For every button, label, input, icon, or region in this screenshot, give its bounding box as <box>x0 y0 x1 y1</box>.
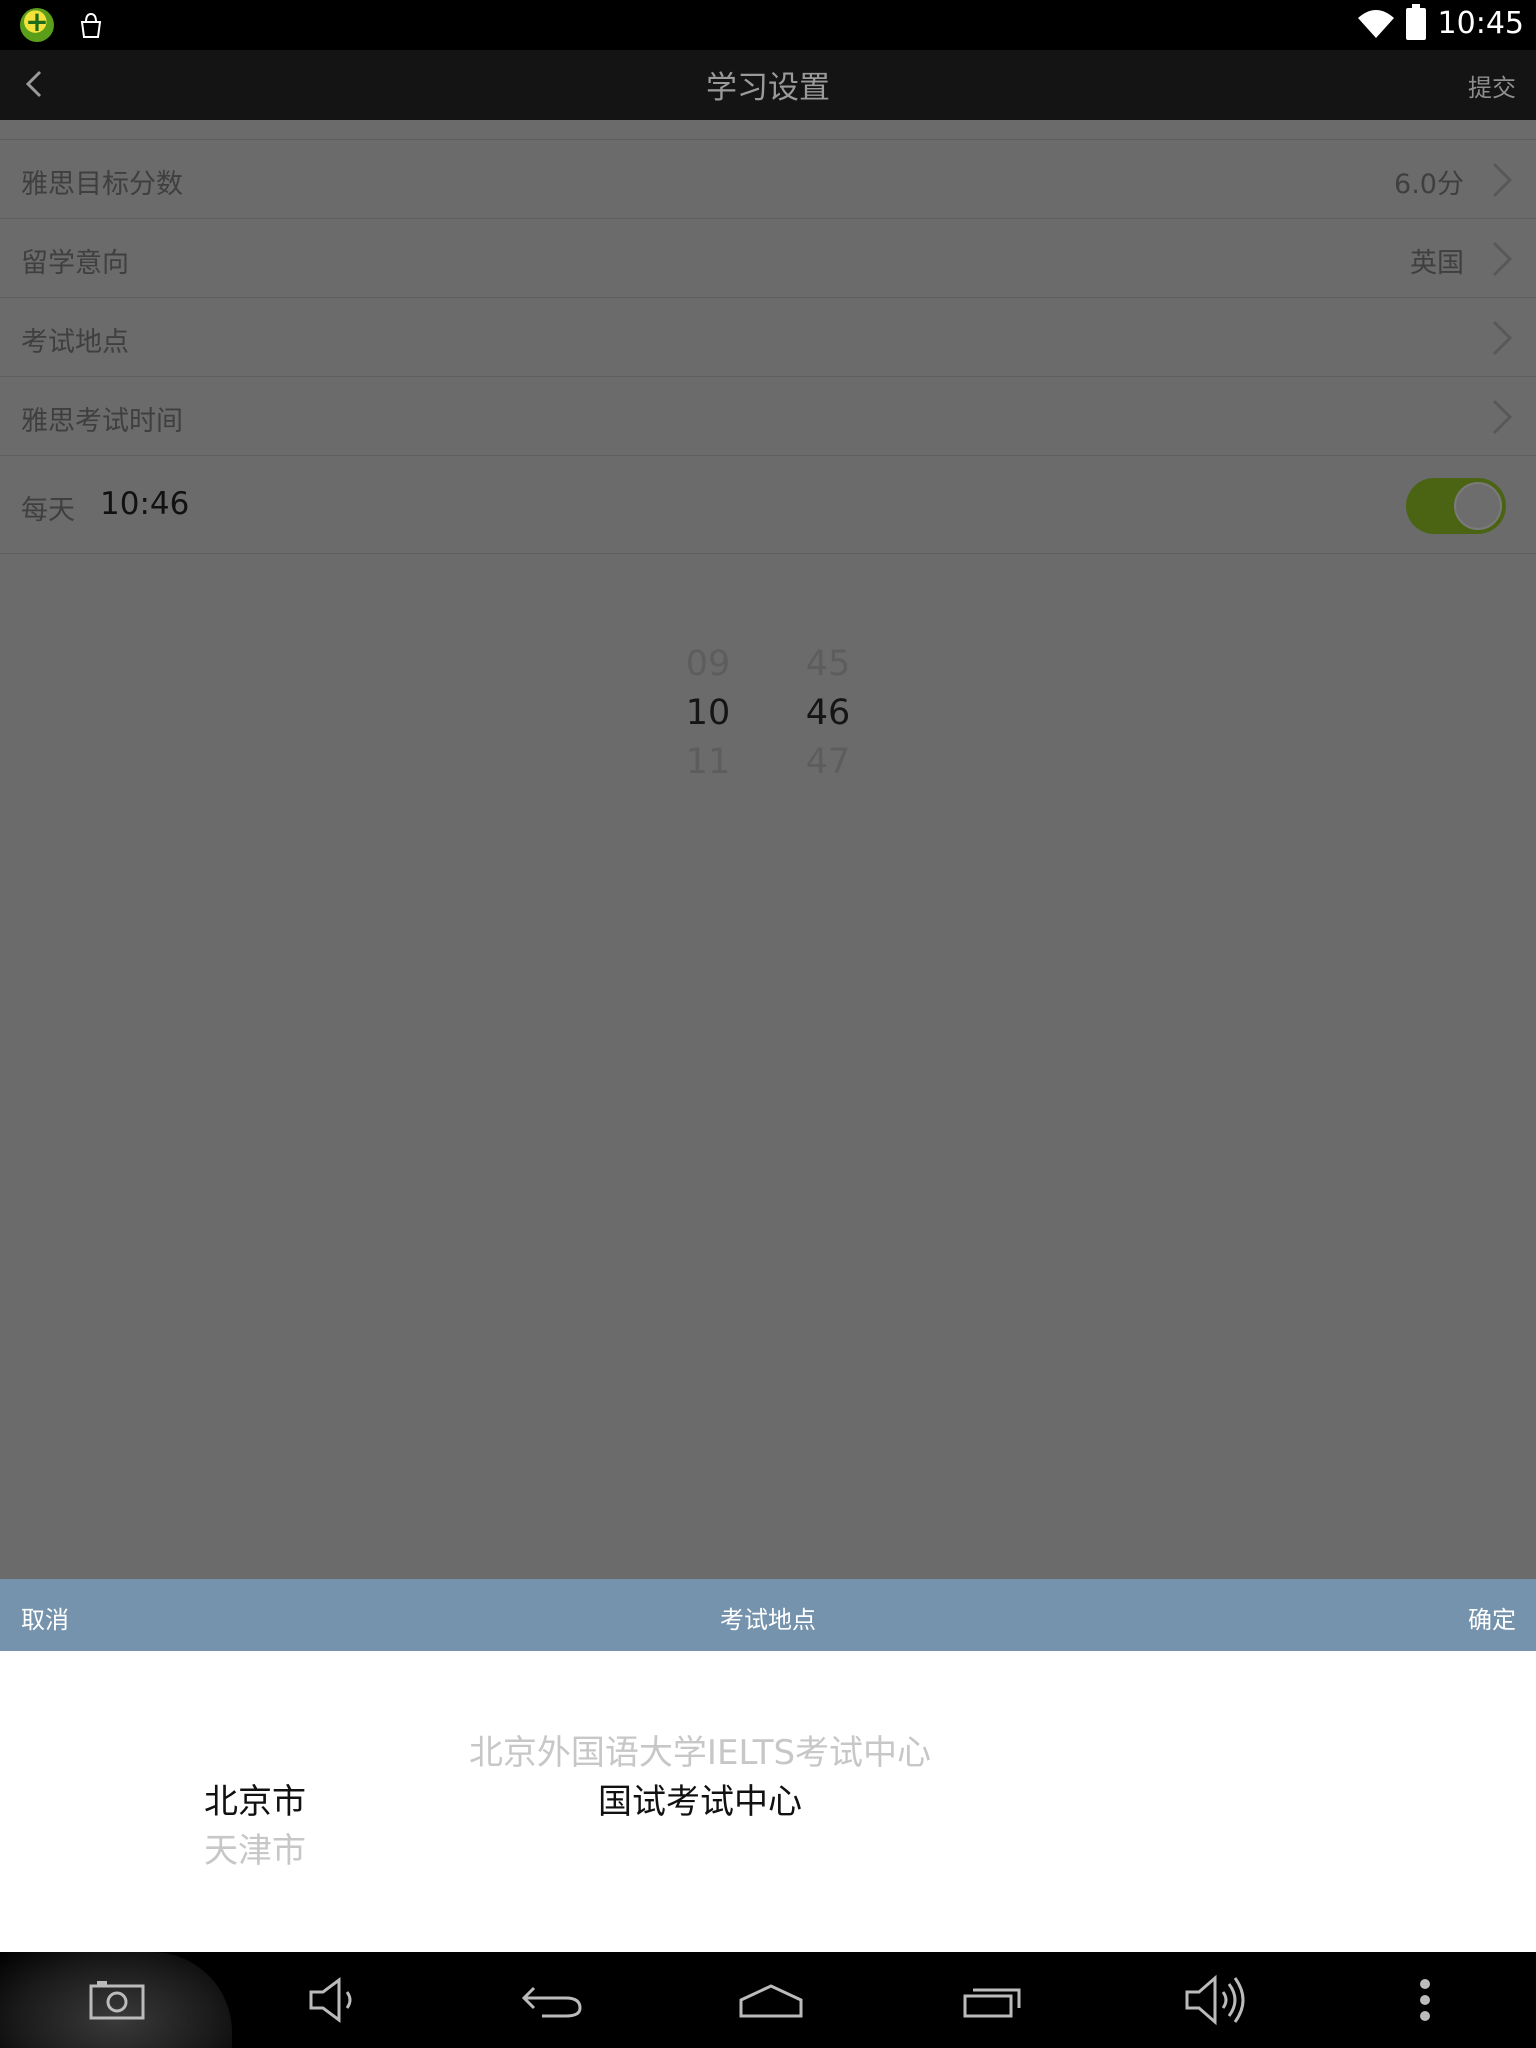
overflow-menu-button[interactable] <box>1370 1952 1480 2048</box>
city-option-selected[interactable]: 北京市 <box>155 1778 355 1827</box>
screenshot-button[interactable] <box>62 1952 172 2048</box>
row-label: 考试地点 <box>21 327 129 358</box>
status-clock: 10:45 <box>1437 6 1524 41</box>
volume-down-icon <box>309 1977 352 2023</box>
settings-list: 雅思目标分数 6.0分 留学意向 英国 考试地点 雅思考试时间 每天 10:46… <box>0 120 1536 1579</box>
back-icon <box>521 1986 582 2018</box>
row-target-score[interactable]: 雅思目标分数 6.0分 <box>0 140 1536 219</box>
camera-icon <box>89 1981 145 2020</box>
page-title: 学习设置 <box>706 70 830 106</box>
minute-option[interactable]: 47 <box>788 738 868 787</box>
row-value: 英国 <box>1410 248 1464 279</box>
home-icon <box>739 1984 803 2018</box>
location-picker: 北京市 天津市 北京外国语大学IELTS考试中心 国试考试中心 <box>0 1651 1536 1952</box>
row-label: 雅思目标分数 <box>21 169 183 200</box>
row-study-abroad-intent[interactable]: 留学意向 英国 <box>0 219 1536 298</box>
back-button[interactable] <box>497 1952 607 2048</box>
app-notification-icon <box>20 5 54 42</box>
submit-button[interactable]: 提交 <box>1468 68 1516 103</box>
status-bar: 10:45 <box>0 0 1536 50</box>
test-center-option-selected[interactable]: 国试考试中心 <box>375 1778 1025 1827</box>
row-label: 留学意向 <box>21 248 129 279</box>
volume-up-icon <box>1185 1974 1245 2026</box>
minute-option-selected[interactable]: 46 <box>788 689 868 738</box>
row-exam-date[interactable]: 雅思考试时间 <box>0 377 1536 456</box>
list-divider <box>0 120 1536 140</box>
city-wheel[interactable]: 北京市 天津市 <box>155 1778 355 1876</box>
recent-apps-icon <box>963 1988 1021 2018</box>
city-option[interactable]: 天津市 <box>155 1827 355 1876</box>
test-center-option[interactable]: 北京外国语大学IELTS考试中心 <box>375 1729 1025 1778</box>
confirm-button[interactable]: 确定 <box>1468 1600 1516 1635</box>
home-button[interactable] <box>716 1952 826 2048</box>
hour-option-selected[interactable]: 10 <box>668 689 748 738</box>
shopping-bag-icon <box>80 12 102 38</box>
hour-option[interactable]: 09 <box>668 640 748 689</box>
hour-wheel[interactable]: 09 10 11 <box>668 640 748 787</box>
minute-wheel[interactable]: 45 46 47 <box>788 640 868 787</box>
chevron-right-icon <box>1492 162 1513 198</box>
picker-toolbar: 取消 考试地点 确定 <box>0 1579 1536 1651</box>
overflow-menu-icon <box>1420 1979 1430 2021</box>
reminder-toggle[interactable] <box>1406 478 1506 534</box>
system-navigation-bar <box>0 1952 1536 2048</box>
battery-icon <box>1406 4 1426 40</box>
volume-down-button[interactable] <box>280 1952 390 2048</box>
chevron-right-icon <box>1492 320 1513 356</box>
row-exam-location[interactable]: 考试地点 <box>0 298 1536 377</box>
picker-title: 考试地点 <box>720 1606 816 1634</box>
toggle-knob <box>1454 482 1502 530</box>
reminder-time[interactable]: 10:46 <box>100 486 189 522</box>
test-center-wheel[interactable]: 北京外国语大学IELTS考试中心 国试考试中心 <box>375 1729 1025 1827</box>
recent-apps-button[interactable] <box>938 1952 1048 2048</box>
wifi-icon <box>1358 10 1394 38</box>
minute-option[interactable]: 45 <box>788 640 868 689</box>
volume-up-button[interactable] <box>1160 1952 1270 2048</box>
chevron-right-icon <box>1492 241 1513 277</box>
row-label: 雅思考试时间 <box>21 406 183 437</box>
reminder-label: 每天 <box>21 495 75 526</box>
row-value: 6.0分 <box>1394 169 1464 200</box>
row-daily-reminder: 每天 10:46 <box>0 456 1536 554</box>
chevron-right-icon <box>1492 399 1513 435</box>
hour-option[interactable]: 11 <box>668 738 748 787</box>
app-header: 学习设置 提交 <box>0 50 1536 120</box>
